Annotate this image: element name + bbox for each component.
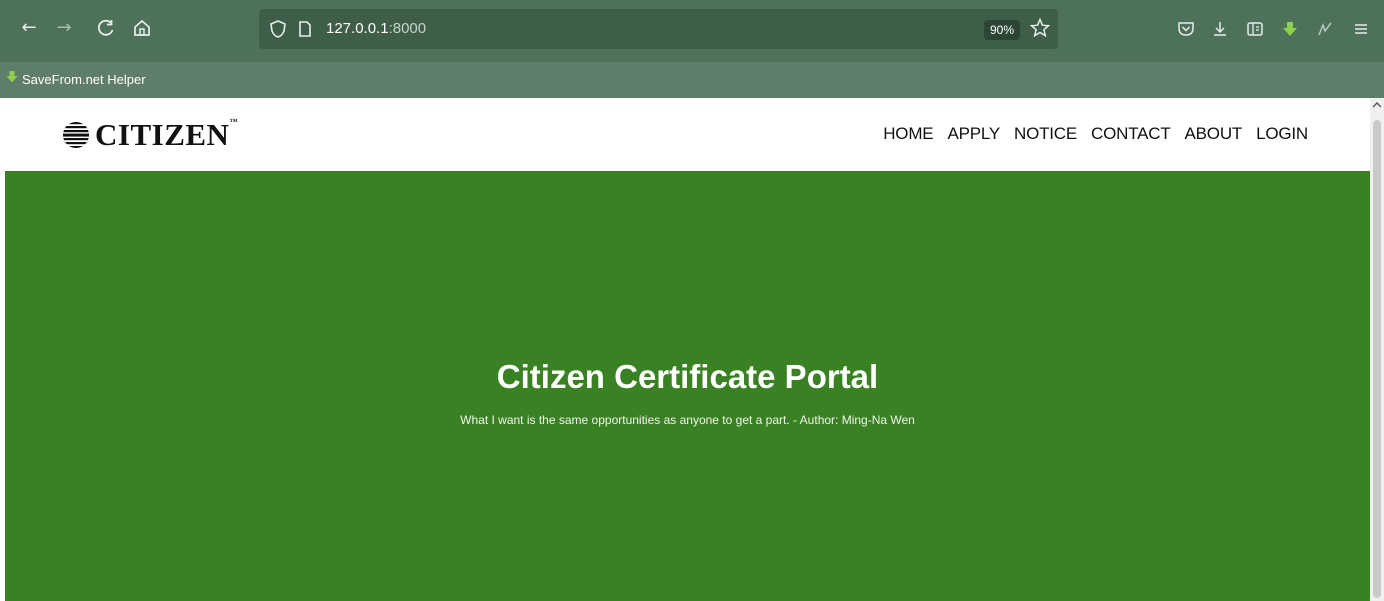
reader-view-icon[interactable] — [1245, 18, 1265, 40]
bookmark-savefrom[interactable]: SaveFrom.net Helper — [6, 70, 146, 90]
nav-login[interactable]: LOGIN — [1256, 122, 1308, 146]
bookmark-label: SaveFrom.net Helper — [22, 72, 146, 87]
bookmark-star-icon[interactable] — [1029, 17, 1051, 39]
site-logo[interactable]: CITIZEN™ — [61, 115, 238, 155]
url-bar[interactable]: 127.0.0.1:8000 90% — [259, 9, 1058, 49]
url-text[interactable]: 127.0.0.1:8000 — [326, 20, 426, 38]
home-icon[interactable] — [131, 17, 153, 39]
nav-home[interactable]: HOME — [883, 122, 933, 146]
menu-icon[interactable] — [1351, 18, 1371, 40]
downloads-icon[interactable] — [1210, 18, 1230, 40]
nav-apply[interactable]: APPLY — [947, 122, 1000, 146]
logo-trademark: ™ — [229, 117, 238, 126]
back-icon[interactable]: ← — [18, 17, 40, 39]
nav-about[interactable]: ABOUT — [1185, 122, 1243, 146]
hero-banner: Citizen Certificate Portal What I want i… — [5, 171, 1370, 601]
bookmarks-bar: SaveFrom.net Helper — [0, 62, 1384, 98]
citizen-globe-icon — [63, 122, 89, 148]
page-info-icon[interactable] — [297, 19, 313, 39]
logo-wordmark: CITIZEN — [95, 117, 230, 152]
extension-icon[interactable] — [1315, 18, 1335, 40]
url-port: :8000 — [388, 20, 427, 37]
logo-text: CITIZEN™ — [95, 115, 238, 155]
forward-icon[interactable]: → — [53, 17, 75, 39]
scroll-up-icon[interactable] — [1372, 100, 1382, 110]
site-header: CITIZEN™ HOME APPLY NOTICE CONTACT ABOUT… — [0, 98, 1370, 171]
tracking-shield-icon[interactable] — [269, 19, 287, 39]
hero-title: Citizen Certificate Portal — [496, 358, 879, 395]
nav-notice[interactable]: NOTICE — [1014, 122, 1077, 146]
browser-toolbar: ← → 127.0.0.1:8000 90% — [0, 0, 1384, 62]
main-nav: HOME APPLY NOTICE CONTACT ABOUT LOGIN — [883, 122, 1308, 146]
page-scrollbar[interactable] — [1370, 98, 1384, 601]
pocket-icon[interactable] — [1176, 18, 1196, 40]
savefrom-icon — [6, 70, 18, 90]
url-host: 127.0.0.1 — [326, 20, 389, 37]
reload-icon[interactable] — [95, 17, 117, 39]
hero-quote: What I want is the same opportunities as… — [460, 413, 915, 427]
scrollbar-thumb[interactable] — [1373, 120, 1381, 598]
page-viewport: CITIZEN™ HOME APPLY NOTICE CONTACT ABOUT… — [0, 98, 1384, 601]
zoom-level-badge[interactable]: 90% — [984, 20, 1020, 40]
savefrom-extension-icon[interactable] — [1280, 18, 1300, 40]
nav-contact[interactable]: CONTACT — [1091, 122, 1171, 146]
